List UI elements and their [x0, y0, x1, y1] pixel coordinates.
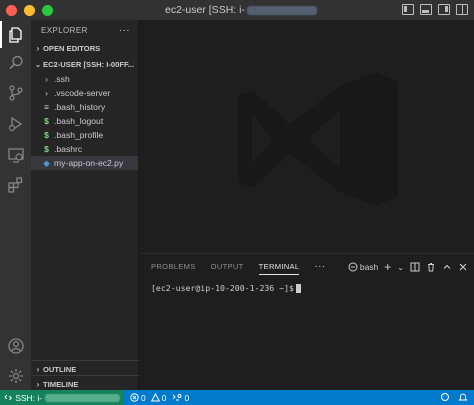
terminal-prompt: [ec2-user@ip-10-200-1-236 ~]$ — [151, 283, 294, 293]
warning-icon — [150, 393, 160, 402]
dollar-icon: $ — [44, 116, 49, 126]
redacted-host — [45, 393, 120, 402]
status-right — [440, 392, 468, 402]
ports-indicator[interactable]: 0 — [172, 393, 189, 403]
tree-item-vscode-server[interactable]: › .vscode-server — [31, 86, 138, 100]
remote-label: SSH: i- — [15, 392, 43, 403]
close-panel-icon[interactable] — [458, 262, 468, 272]
chevron-right-icon: › — [36, 364, 40, 374]
explorer-icon[interactable] — [0, 21, 25, 48]
new-terminal-icon[interactable]: + — [384, 260, 391, 274]
dollar-icon: $ — [44, 144, 49, 154]
tree-item-bashrc[interactable]: $ .bashrc — [31, 142, 138, 156]
chevron-right-icon: › — [36, 379, 40, 389]
window-controls — [6, 4, 53, 16]
tree-item-ssh[interactable]: › .ssh — [31, 72, 138, 86]
tree-item-label: .bash_logout — [54, 116, 104, 126]
workspace-folder-section[interactable]: ⌄ EC2-USER [SSH: I-00FF... — [31, 56, 138, 72]
chevron-down-icon[interactable]: ⌄ — [397, 263, 404, 272]
customize-layout-icon[interactable] — [456, 4, 468, 15]
dollar-icon: $ — [44, 130, 49, 140]
layout-controls — [402, 4, 468, 15]
chevron-right-icon: › — [36, 43, 40, 53]
problems-indicator[interactable]: 0 0 — [130, 393, 166, 403]
extensions-icon[interactable] — [6, 175, 25, 194]
terminal-shell-selector[interactable]: bash — [348, 262, 378, 272]
remote-explorer-icon[interactable] — [6, 145, 25, 164]
accounts-icon[interactable] — [6, 336, 25, 355]
explorer-more-actions-icon[interactable]: ··· — [119, 25, 130, 36]
vscode-logo-watermark-icon — [238, 72, 398, 206]
title-bar: ec2-user [SSH: i- — [0, 0, 474, 20]
tab-problems[interactable]: PROBLEMS — [151, 254, 196, 278]
open-editors-section[interactable]: › OPEN EDITORS — [31, 40, 138, 56]
source-control-icon[interactable] — [6, 83, 25, 102]
panel-more-icon[interactable]: ··· — [314, 254, 325, 278]
feedback-icon[interactable] — [440, 392, 450, 402]
split-terminal-icon[interactable] — [410, 262, 420, 272]
python-icon: ◆ — [43, 157, 50, 168]
tree-item-bash-logout[interactable]: $ .bash_logout — [31, 114, 138, 128]
window-title: ec2-user [SSH: i- — [165, 4, 317, 16]
tree-item-label: .bash_history — [54, 102, 106, 112]
error-count: 0 — [141, 392, 146, 403]
chevron-down-icon: ⌄ — [34, 59, 42, 69]
explorer-sidebar: EXPLORER ··· › OPEN EDITORS ⌄ EC2-USER [… — [31, 20, 139, 390]
warning-count: 0 — [161, 392, 167, 403]
redacted-host — [246, 5, 317, 15]
remote-icon — [4, 394, 12, 401]
tree-item-label: .vscode-server — [54, 88, 111, 98]
shell-name: bash — [359, 262, 379, 272]
tree-item-label: my-app-on-ec2.py — [54, 158, 124, 168]
explorer-header: EXPLORER ··· — [31, 20, 138, 40]
terminal-panel: PROBLEMS OUTPUT TERMINAL ··· bash + ⌄ [e… — [140, 253, 474, 390]
toggle-sidebar-icon[interactable] — [402, 4, 414, 15]
tree-item-bash-profile[interactable]: $ .bash_profile — [31, 128, 138, 142]
run-debug-icon[interactable] — [6, 114, 25, 133]
timeline-label: TIMELINE — [43, 379, 79, 389]
window-title-text: ec2-user [SSH: i- — [165, 4, 245, 16]
terminal-line[interactable]: [ec2-user@ip-10-200-1-236 ~]$ — [151, 283, 301, 293]
tree-item-my-app[interactable]: ◆ my-app-on-ec2.py — [31, 156, 138, 170]
search-icon[interactable] — [6, 53, 25, 72]
open-editors-label: OPEN EDITORS — [43, 43, 101, 53]
outline-label: OUTLINE — [43, 364, 77, 374]
panel-actions: bash + ⌄ — [348, 260, 468, 274]
ports-icon — [173, 394, 182, 401]
tree-item-label: .bash_profile — [54, 130, 104, 140]
tree-item-label: .bashrc — [54, 144, 83, 154]
explorer-title: EXPLORER — [41, 25, 88, 35]
status-bar: SSH: i- 0 0 0 — [0, 390, 474, 405]
tree-item-bash-history[interactable]: ≡ .bash_history — [31, 100, 138, 114]
chevron-right-icon: › — [45, 74, 48, 84]
close-window-button[interactable] — [6, 4, 17, 16]
settings-gear-icon[interactable] — [6, 366, 25, 385]
ports-count: 0 — [184, 392, 190, 403]
tab-output[interactable]: OUTPUT — [211, 254, 244, 278]
terminal-cursor — [295, 283, 301, 293]
tab-terminal[interactable]: TERMINAL — [258, 254, 300, 278]
trash-icon[interactable] — [426, 262, 436, 272]
notifications-bell-icon[interactable] — [458, 392, 468, 402]
toggle-secondary-sidebar-icon[interactable] — [438, 4, 450, 15]
workspace-folder-label: EC2-USER [SSH: I-00FF... — [43, 59, 135, 69]
toggle-panel-icon[interactable] — [420, 4, 432, 15]
chevron-right-icon: › — [45, 88, 48, 98]
error-icon — [130, 393, 139, 402]
terminal-icon — [348, 262, 358, 272]
remote-indicator[interactable]: SSH: i- — [0, 390, 124, 405]
maximize-window-button[interactable] — [42, 4, 53, 16]
tree-item-label: .ssh — [54, 74, 70, 84]
minimize-window-button[interactable] — [24, 4, 35, 16]
editor-area[interactable] — [140, 20, 474, 253]
text-file-icon: ≡ — [44, 102, 49, 112]
maximize-panel-icon[interactable] — [442, 262, 452, 272]
activity-bar — [0, 20, 31, 390]
